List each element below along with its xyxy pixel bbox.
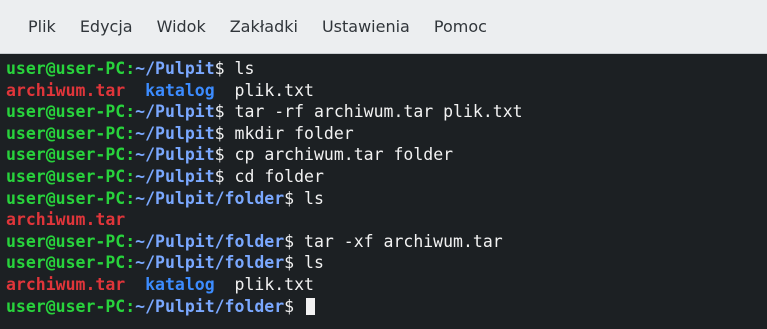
archive-entry: archiwum.tar [6,80,126,100]
command-text: tar -rf archiwum.tar plik.txt [234,102,523,122]
command-text: mkdir folder [234,123,354,143]
terminal-line: user@user-PC:~/Pulpit/folder$ [6,296,767,318]
prompt-colon: : [125,145,136,165]
prompt-user: user@user-PC [6,145,126,165]
directory-entry: katalog [145,80,215,100]
terminal-line: archiwum.tar [6,209,767,231]
prompt-path: ~/Pulpit/folder [135,296,285,316]
menu-pomoc[interactable]: Pomoc [422,11,499,42]
prompt-colon: : [125,102,136,122]
command-text: ls [304,188,324,208]
terminal-output[interactable]: user@user-PC:~/Pulpit$ ls archiwum.tar k… [0,56,767,329]
terminal-window: Plik Edycja Widok Zakładki Ustawienia Po… [0,0,767,329]
prompt-colon: : [125,59,136,78]
terminal-line: user@user-PC:~/Pulpit/folder$ ls [6,252,767,274]
prompt-sigil: $ [284,296,295,316]
prompt-path: ~/Pulpit [135,123,215,143]
terminal-line: user@user-PC:~/Pulpit$ cd folder [6,166,767,188]
prompt-user: user@user-PC [6,296,126,316]
prompt-sigil: $ [214,145,225,165]
menu-widok[interactable]: Widok [145,11,218,42]
prompt-colon: : [125,253,136,273]
archive-entry: archiwum.tar [6,274,126,294]
prompt-path: ~/Pulpit [135,145,215,165]
prompt-sigil: $ [284,231,295,251]
terminal-line: user@user-PC:~/Pulpit$ mkdir folder [6,123,767,145]
command-text: ls [234,59,255,78]
prompt-user: user@user-PC [6,188,126,208]
terminal-line: user@user-PC:~/Pulpit$ tar -rf archiwum.… [6,101,767,123]
prompt-sigil: $ [214,102,225,122]
prompt-user: user@user-PC [6,253,126,273]
prompt-sigil: $ [214,166,225,186]
prompt-colon: : [125,188,136,208]
prompt-path: ~/Pulpit/folder [135,253,285,273]
command-text: cp archiwum.tar folder [234,145,454,165]
command-text: tar -xf archiwum.tar [304,231,503,251]
prompt-user: user@user-PC [6,59,126,78]
menu-plik[interactable]: Plik [16,11,68,42]
file-entry: plik.txt [234,274,314,294]
terminal-line: user@user-PC:~/Pulpit$ ls [6,58,767,80]
prompt-user: user@user-PC [6,123,126,143]
prompt-colon: : [125,296,136,316]
prompt-path: ~/Pulpit [135,166,215,186]
menu-edycja[interactable]: Edycja [68,11,145,42]
prompt-sigil: $ [214,123,225,143]
prompt-sigil: $ [284,188,295,208]
menu-zakladki[interactable]: Zakładki [218,11,310,42]
prompt-user: user@user-PC [6,102,126,122]
prompt-colon: : [125,231,136,251]
prompt-colon: : [125,123,136,143]
command-text: cd folder [234,166,324,186]
prompt-colon: : [125,166,136,186]
prompt-path: ~/Pulpit/folder [135,231,285,251]
terminal-line: user@user-PC:~/Pulpit/folder$ tar -xf ar… [6,231,767,253]
prompt-user: user@user-PC [6,231,126,251]
terminal-line: archiwum.tar katalog plik.txt [6,80,767,102]
terminal-line: archiwum.tar katalog plik.txt [6,274,767,296]
terminal-line: user@user-PC:~/Pulpit/folder$ ls [6,188,767,210]
text-cursor[interactable] [306,297,316,315]
file-entry: plik.txt [234,80,314,100]
prompt-path: ~/Pulpit/folder [135,188,285,208]
directory-entry: katalog [145,274,215,294]
prompt-path: ~/Pulpit [135,102,215,122]
menu-bar: Plik Edycja Widok Zakładki Ustawienia Po… [0,0,767,54]
prompt-path: ~/Pulpit [135,59,215,78]
menu-ustawienia[interactable]: Ustawienia [310,11,422,42]
command-text: ls [304,253,324,273]
prompt-sigil: $ [214,59,225,78]
archive-entry: archiwum.tar [6,210,126,230]
prompt-sigil: $ [284,253,295,273]
prompt-user: user@user-PC [6,166,126,186]
terminal-line: user@user-PC:~/Pulpit$ cp archiwum.tar f… [6,144,767,166]
